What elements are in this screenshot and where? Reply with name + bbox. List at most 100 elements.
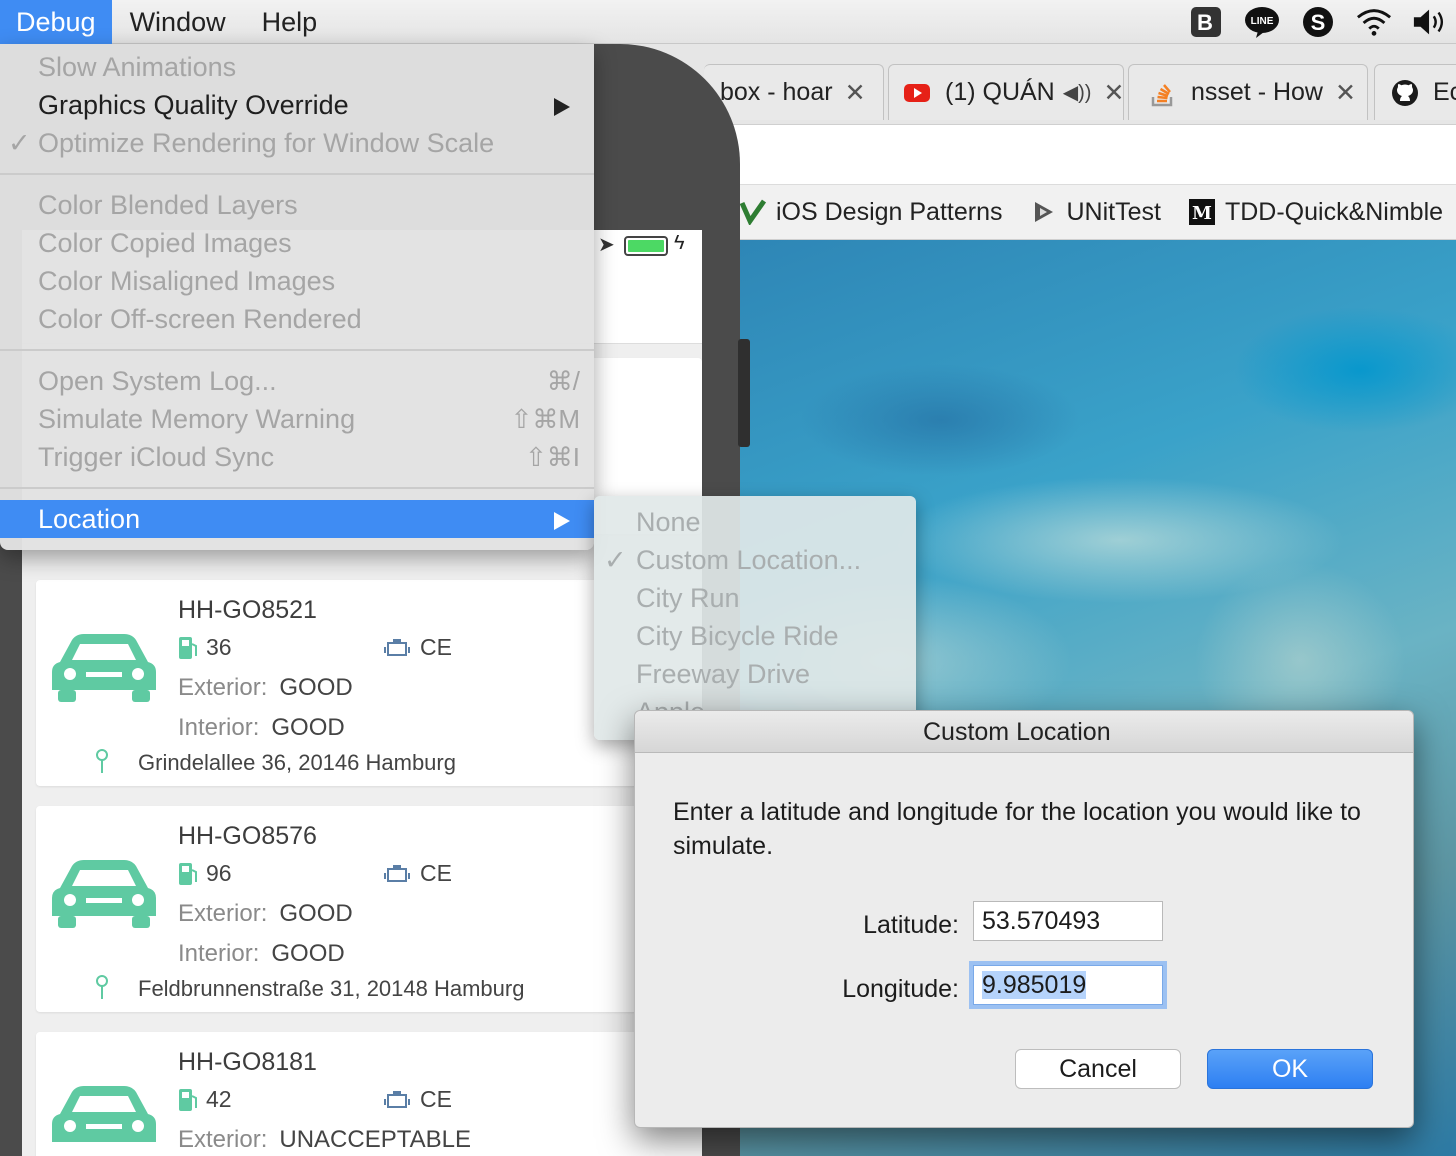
status-tray: B LINE S (1188, 0, 1448, 44)
menu-item-trigger-icloud-sync[interactable]: Trigger iCloud Sync ⇧⌘I (0, 438, 594, 476)
fuel-icon (179, 636, 197, 659)
close-icon[interactable]: ✕ (845, 78, 866, 108)
exterior-row: Exterior: UNACCEPTABLE (178, 1126, 471, 1154)
car-card[interactable]: HH-GO8181 42 CE Exterior: UNACCEPTABLE (36, 1032, 702, 1156)
close-icon[interactable]: ✕ (1103, 78, 1123, 108)
interior-label: Interior: (178, 714, 260, 741)
engine-icon (384, 1090, 410, 1108)
menu-item-slow-animations[interactable]: Slow Animations (0, 48, 594, 86)
engine-type: CE (384, 634, 452, 661)
engine-value: CE (420, 1086, 452, 1112)
exterior-row: Exterior: GOOD (178, 674, 353, 702)
dialog-title: Custom Location (635, 711, 1413, 753)
menu-item-color-misaligned-images[interactable]: Color Misaligned Images (0, 262, 594, 300)
menu-shortcut: ⇧⌘M (510, 404, 580, 434)
fuel-level: 96 (178, 860, 232, 887)
car-card[interactable]: HH-GO8576 96 CE Exterior: GOOD Interior: G… (36, 806, 702, 1012)
menu-window[interactable]: Window (112, 0, 244, 44)
svg-text:S: S (1311, 10, 1326, 35)
exterior-value: GOOD (279, 900, 353, 927)
menu-item-optimize-rendering[interactable]: ✓ Optimize Rendering for Window Scale (0, 124, 594, 162)
plate-number: HH-GO8576 (178, 822, 317, 850)
menu-item-label: Trigger iCloud Sync (38, 442, 275, 472)
line-icon[interactable]: LINE (1244, 4, 1280, 40)
menu-item-color-blended-layers[interactable]: Color Blended Layers (0, 186, 594, 224)
menu-item-label: Color Off-screen Rendered (38, 304, 362, 334)
location-item-city-run[interactable]: City Run (594, 579, 916, 617)
wifi-icon[interactable] (1356, 4, 1392, 40)
engine-icon (384, 638, 410, 656)
fuel-icon (179, 862, 197, 885)
submenu-item-label: Custom Location... (636, 545, 862, 575)
youtube-icon (904, 83, 930, 102)
submenu-arrow-icon (554, 98, 570, 116)
device-side-button[interactable] (738, 339, 750, 447)
longitude-field[interactable]: 9.985019 (973, 965, 1163, 1005)
menu-separator (0, 173, 594, 175)
checkmark-icon: ✓ (8, 128, 31, 158)
menu-item-label: Color Blended Layers (38, 190, 298, 220)
bookmark-unittest[interactable]: UNitTest (1031, 198, 1161, 227)
location-item-custom[interactable]: ✓ Custom Location... (594, 541, 916, 579)
location-submenu: None ✓ Custom Location... City Run City B… (594, 496, 916, 740)
address: Grindelallee 36, 20146 Hamburg (138, 750, 456, 775)
location-item-city-bicycle-ride[interactable]: City Bicycle Ride (594, 617, 916, 655)
stackoverflow-icon (1151, 83, 1173, 106)
browser-tab[interactable]: nsset - How ✕ (1128, 64, 1368, 120)
tab-title: (1) QUÁN (945, 78, 1055, 106)
exterior-label: Exterior: (178, 674, 268, 701)
menu-debug[interactable]: Debug (0, 0, 112, 44)
menu-item-label: Simulate Memory Warning (38, 404, 356, 434)
ok-button[interactable]: OK (1207, 1049, 1373, 1089)
browser-tab[interactable]: (1) QUÁN ◀︎)) ✕ (888, 64, 1124, 120)
latitude-field[interactable]: 53.570493 (973, 901, 1163, 941)
menu-item-location[interactable]: Location (0, 500, 594, 538)
browser-tab[interactable]: Ec (1374, 64, 1456, 120)
menu-item-color-copied-images[interactable]: Color Copied Images (0, 224, 594, 262)
car-icon (52, 634, 156, 702)
menu-item-simulate-memory-warning[interactable]: Simulate Memory Warning ⇧⌘M (0, 400, 594, 438)
close-icon[interactable]: ✕ (1335, 78, 1356, 108)
bookmark-icon (740, 199, 766, 225)
menu-item-label: Optimize Rendering for Window Scale (38, 128, 495, 158)
volume-icon[interactable] (1412, 4, 1448, 40)
menu-item-graphics-quality-override[interactable]: Graphics Quality Override (0, 86, 594, 124)
submenu-item-label: None (636, 507, 701, 537)
submenu-arrow-icon (554, 512, 570, 530)
github-icon (1392, 79, 1418, 106)
menu-shortcut: ⇧⌘I (524, 442, 580, 472)
browser-tab[interactable]: box - hoar ✕ (704, 64, 884, 120)
submenu-item-label: City Bicycle Ride (636, 621, 839, 651)
cancel-button[interactable]: Cancel (1015, 1049, 1181, 1089)
tab-title: nsset - How (1191, 78, 1323, 106)
menu-separator (0, 349, 594, 351)
fuel-value: 42 (206, 1086, 232, 1112)
bartender-icon[interactable]: B (1188, 4, 1224, 40)
svg-text:LINE: LINE (1251, 16, 1274, 27)
interior-row: Interior: GOOD (178, 714, 345, 742)
menu-item-label: Color Misaligned Images (38, 266, 336, 296)
location-item-none[interactable]: None (594, 503, 916, 541)
plate-number: HH-GO8181 (178, 1048, 317, 1076)
location-arrow-icon: ➤ (598, 234, 615, 256)
menu-bar: Debug Window Help B LINE S (0, 0, 1456, 44)
tab-title: box - hoar (720, 78, 833, 106)
exterior-value: UNACCEPTABLE (279, 1126, 471, 1153)
location-item-freeway-drive[interactable]: Freeway Drive (594, 655, 916, 693)
bookmark-ios-design-patterns[interactable]: iOS Design Patterns (740, 198, 1003, 227)
bookmark-label: iOS Design Patterns (776, 197, 1003, 226)
submenu-item-label: Freeway Drive (636, 659, 811, 689)
menu-item-label: Slow Animations (38, 52, 237, 82)
menu-item-label: Color Copied Images (38, 228, 292, 258)
menu-shortcut: ⌘/ (546, 366, 580, 396)
engine-value: CE (420, 634, 452, 660)
bookmark-tdd[interactable]: M TDD-Quick&Nimble (1188, 198, 1443, 227)
skype-icon[interactable]: S (1300, 4, 1336, 40)
menu-item-open-system-log[interactable]: Open System Log... ⌘/ (0, 362, 594, 400)
speaker-icon[interactable]: ◀︎)) (1063, 80, 1092, 105)
longitude-label: Longitude: (842, 975, 959, 1003)
fuel-level: 42 (178, 1086, 232, 1113)
menu-help[interactable]: Help (244, 0, 336, 44)
menu-item-color-offscreen-rendered[interactable]: Color Off-screen Rendered (0, 300, 594, 338)
car-icon (52, 860, 156, 928)
